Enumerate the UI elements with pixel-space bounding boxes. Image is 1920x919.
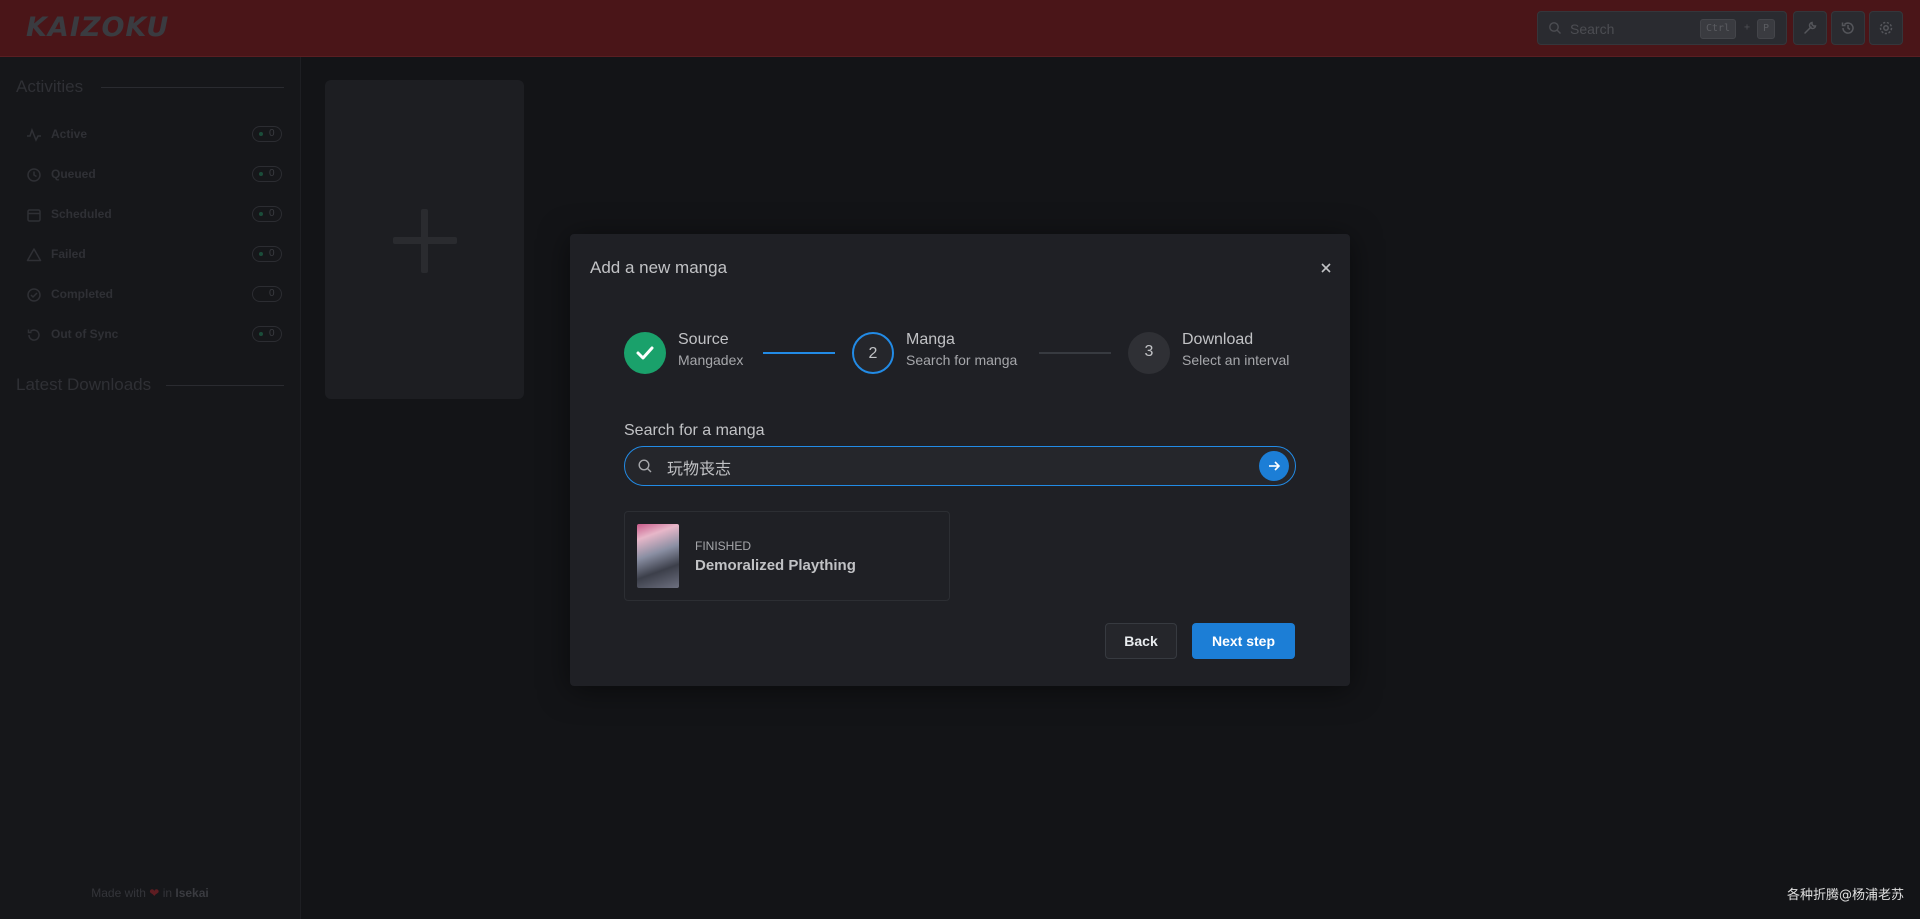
manga-cover-image: [637, 524, 679, 588]
plus-icon-vertical: [421, 209, 428, 273]
close-icon: [1318, 263, 1334, 280]
sidebar-item-out-of-sync[interactable]: Out of Sync 0: [26, 324, 284, 346]
step-manga-label: Manga: [906, 331, 955, 348]
count-badge: 0: [252, 286, 282, 302]
activities-title: Activities: [16, 77, 84, 96]
close-button[interactable]: [1318, 260, 1334, 276]
search-manga-label: Search for a manga: [624, 422, 765, 439]
count-value: 0: [269, 208, 275, 219]
sidebar-item-scheduled[interactable]: Scheduled 0: [26, 204, 284, 226]
check-circle-icon: [26, 287, 42, 308]
sidebar-item-failed[interactable]: Failed 0: [26, 244, 284, 266]
calendar-icon: [26, 207, 42, 228]
step-connector-2: [1039, 352, 1111, 354]
count-badge: 0: [252, 126, 282, 142]
heart-icon: ❤: [149, 886, 160, 900]
sync-icon: [26, 327, 42, 348]
back-button[interactable]: Back: [1105, 623, 1177, 659]
sidebar: Activities Active 0 Queued 0 Scheduled 0…: [0, 57, 301, 919]
latest-downloads-title: Latest Downloads: [16, 375, 152, 394]
activity-icon: [26, 127, 42, 148]
tools-button[interactable]: [1793, 11, 1827, 45]
sidebar-item-completed[interactable]: Completed 0: [26, 284, 284, 306]
sidebar-footer: Made with ❤ in Isekai: [0, 886, 300, 900]
sidebar-item-label: Scheduled: [51, 207, 112, 221]
add-manga-modal: Add a new manga Source Mangadex 2 Manga …: [570, 234, 1350, 686]
count-value: 0: [269, 128, 275, 139]
manga-title: Demoralized Plaything: [695, 557, 856, 574]
footer-made-with: Made with: [91, 886, 146, 900]
count-value: 0: [269, 288, 275, 299]
manga-search-field[interactable]: [624, 446, 1296, 486]
sidebar-item-label: Active: [51, 127, 88, 141]
shortcut-plus: +: [1744, 22, 1751, 33]
clock-icon: [26, 167, 42, 188]
footer-brand[interactable]: Isekai: [175, 886, 208, 900]
step-connector-1: [763, 352, 835, 354]
step-source-indicator: [624, 332, 666, 374]
step-manga-description: Search for manga: [906, 352, 1018, 368]
count-value: 0: [269, 168, 275, 179]
check-icon: [634, 346, 656, 368]
manga-search-input[interactable]: [665, 455, 1229, 479]
settings-button[interactable]: [1869, 11, 1903, 45]
step-download-indicator: 3: [1128, 332, 1170, 374]
count-badge: 0: [252, 206, 282, 222]
search-placeholder: Search: [1570, 21, 1615, 37]
sidebar-item-label: Queued: [51, 167, 96, 181]
latest-downloads-divider: [166, 385, 284, 386]
next-step-button[interactable]: Next step: [1192, 623, 1295, 659]
step-source-description: Mangadex: [678, 352, 744, 368]
status-dot: [259, 252, 263, 256]
count-badge: 0: [252, 326, 282, 342]
status-dot: [259, 212, 263, 216]
add-manga-card[interactable]: [325, 80, 524, 399]
status-dot: [259, 132, 263, 136]
step-download-description: Select an interval: [1182, 352, 1290, 368]
shortcut-key-ctrl: Ctrl: [1700, 19, 1737, 39]
search-input[interactable]: Search Ctrl + P: [1537, 11, 1787, 45]
modal-title: Add a new manga: [590, 258, 728, 277]
watermark: 各种折腾@杨浦老苏: [1786, 888, 1904, 903]
count-value: 0: [269, 328, 275, 339]
sidebar-item-label: Completed: [51, 287, 114, 301]
sidebar-item-active[interactable]: Active 0: [26, 124, 284, 146]
count-badge: 0: [252, 246, 282, 262]
history-button[interactable]: [1831, 11, 1865, 45]
count-value: 0: [269, 248, 275, 259]
status-dot: [259, 172, 263, 176]
search-submit-button[interactable]: [1259, 451, 1289, 481]
app-logo[interactable]: KAIZOKU: [26, 12, 169, 43]
sidebar-item-label: Out of Sync: [51, 327, 119, 341]
app-header: KAIZOKU Search Ctrl + P: [0, 0, 1920, 57]
count-badge: 0: [252, 166, 282, 182]
step-manga-indicator: 2: [852, 332, 894, 374]
search-icon: [637, 458, 653, 479]
alert-triangle-icon: [26, 247, 42, 268]
step-download-label: Download: [1182, 331, 1254, 348]
shortcut-key-p: P: [1757, 19, 1776, 39]
step-source-label: Source: [678, 331, 729, 348]
manga-result-card[interactable]: FINISHED Demoralized Plaything: [624, 511, 950, 601]
sidebar-item-queued[interactable]: Queued 0: [26, 164, 284, 186]
search-icon: [1548, 21, 1562, 40]
sidebar-item-label: Failed: [51, 247, 86, 261]
activities-divider: [101, 87, 284, 88]
manga-status: FINISHED: [695, 539, 752, 553]
status-dot: [259, 332, 263, 336]
footer-in: in: [162, 886, 173, 900]
